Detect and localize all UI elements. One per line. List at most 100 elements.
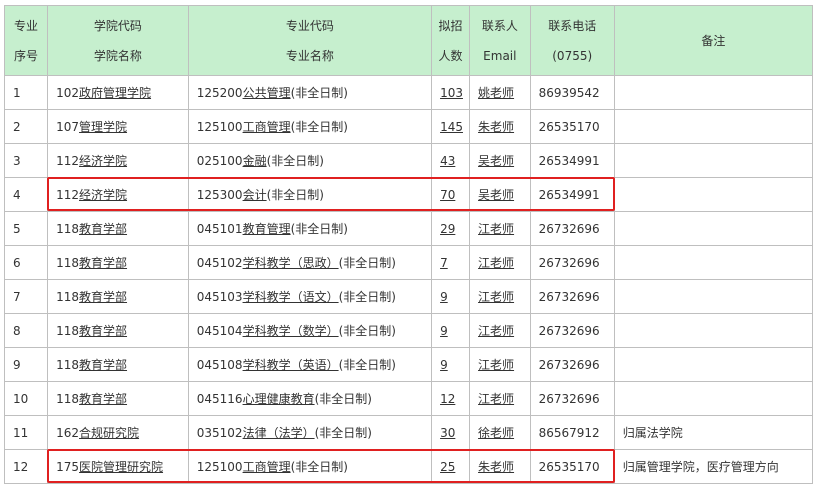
major-name-link[interactable]: 心理健康教育 [243, 392, 315, 406]
major-name-link[interactable]: 学科教学（思政） [243, 256, 339, 270]
contact-email-link[interactable]: 姚老师 [478, 86, 514, 100]
cell-seq: 7 [3, 279, 49, 314]
cell-phone: 26732696 [529, 313, 615, 348]
cell-college: 118教育学部 [47, 313, 189, 348]
cell-note: 归属法学院 [613, 415, 814, 450]
quota-link[interactable]: 29 [440, 222, 455, 236]
cell-major: 125100工商管理(非全日制) [187, 449, 433, 484]
contact-email-link[interactable]: 江老师 [478, 222, 514, 236]
table-header: 专业 序号 学院代码 学院名称 专业代码 专业名称 拟招 人数 联系人 Email 联系电… [3, 5, 814, 76]
cell-phone: 26732696 [529, 211, 615, 246]
college-code: 102 [56, 86, 80, 100]
cell-note [613, 75, 814, 110]
college-name-link[interactable]: 医院管理研究院 [79, 460, 163, 474]
college-code: 118 [56, 392, 80, 406]
cell-phone: 26732696 [529, 279, 615, 314]
major-name-link[interactable]: 公共管理 [243, 86, 291, 100]
major-name-link[interactable]: 工商管理 [243, 460, 291, 474]
quota-link[interactable]: 145 [440, 120, 463, 134]
college-name-link[interactable]: 合规研究院 [79, 426, 139, 440]
contact-email-link[interactable]: 朱老师 [478, 460, 514, 474]
header-contact: 联系人 Email [469, 5, 531, 76]
major-name-link[interactable]: 教育管理 [243, 222, 291, 236]
cell-note [613, 381, 814, 416]
quota-link[interactable]: 9 [440, 324, 448, 338]
cell-major: 125300会计(非全日制) [187, 177, 433, 212]
cell-quota: 103 [431, 75, 471, 110]
cell-college: 162合规研究院 [47, 415, 189, 450]
cell-contact: 吴老师 [469, 143, 531, 178]
college-name-link[interactable]: 教育学部 [79, 324, 127, 338]
cell-college: 102政府管理学院 [47, 75, 189, 110]
cell-quota: 7 [431, 245, 471, 280]
major-name-link[interactable]: 金融 [243, 154, 267, 168]
header-major: 专业代码 专业名称 [187, 5, 433, 76]
quota-link[interactable]: 43 [440, 154, 455, 168]
table-row: 10 118教育学部 045116心理健康教育(非全日制) 12 江老师 26732696 [3, 381, 814, 416]
college-name-link[interactable]: 经济学院 [79, 154, 127, 168]
college-name-link[interactable]: 政府管理学院 [79, 86, 151, 100]
college-name-link[interactable]: 教育学部 [79, 290, 127, 304]
major-name-link[interactable]: 学科教学（数学） [243, 324, 339, 338]
contact-email-link[interactable]: 江老师 [478, 392, 514, 406]
cell-seq: 5 [3, 211, 49, 246]
quota-link[interactable]: 9 [440, 358, 448, 372]
major-type: (非全日制) [290, 222, 348, 236]
major-code: 125300 [196, 188, 243, 202]
major-name-link[interactable]: 学科教学（语文） [243, 290, 339, 304]
college-code: 118 [56, 324, 80, 338]
cell-contact: 江老师 [469, 211, 531, 246]
major-name-link[interactable]: 工商管理 [243, 120, 291, 134]
cell-contact: 江老师 [469, 347, 531, 382]
major-code: 125100 [196, 120, 243, 134]
contact-email-link[interactable]: 吴老师 [478, 154, 514, 168]
college-code: 107 [56, 120, 80, 134]
cell-phone: 26535170 [529, 449, 615, 484]
college-name-link[interactable]: 经济学院 [79, 188, 127, 202]
quota-link[interactable]: 7 [440, 256, 448, 270]
cell-note [613, 313, 814, 348]
cell-seq: 9 [3, 347, 49, 382]
major-name-link[interactable]: 学科教学（英语） [243, 358, 339, 372]
cell-seq: 12 [3, 449, 49, 484]
cell-seq: 6 [3, 245, 49, 280]
table-row: 4 112经济学院 125300会计(非全日制) 70 吴老师 26534991 [3, 177, 814, 212]
cell-phone: 26732696 [529, 347, 615, 382]
cell-contact: 江老师 [469, 381, 531, 416]
quota-link[interactable]: 9 [440, 290, 448, 304]
contact-email-link[interactable]: 江老师 [478, 290, 514, 304]
college-name-link[interactable]: 管理学院 [79, 120, 127, 134]
major-code: 045103 [196, 290, 243, 304]
major-code: 035102 [196, 426, 243, 440]
cell-major: 045102学科教学（思政）(非全日制) [187, 245, 433, 280]
major-code: 125100 [196, 460, 243, 474]
contact-email-link[interactable]: 朱老师 [478, 120, 514, 134]
quota-link[interactable]: 103 [440, 86, 463, 100]
major-name-link[interactable]: 法律（法学） [243, 426, 315, 440]
header-quota: 拟招 人数 [431, 5, 471, 76]
college-name-link[interactable]: 教育学部 [79, 392, 127, 406]
cell-phone: 26535170 [529, 109, 615, 144]
quota-link[interactable]: 30 [440, 426, 455, 440]
cell-contact: 朱老师 [469, 449, 531, 484]
major-type: (非全日制) [290, 460, 348, 474]
college-code: 118 [56, 358, 80, 372]
major-name-link[interactable]: 会计 [243, 188, 267, 202]
college-name-link[interactable]: 教育学部 [79, 358, 127, 372]
quota-link[interactable]: 25 [440, 460, 455, 474]
contact-email-link[interactable]: 江老师 [478, 358, 514, 372]
contact-email-link[interactable]: 吴老师 [478, 188, 514, 202]
cell-phone: 86567912 [529, 415, 615, 450]
quota-link[interactable]: 12 [440, 392, 455, 406]
contact-email-link[interactable]: 徐老师 [478, 426, 514, 440]
contact-email-link[interactable]: 江老师 [478, 324, 514, 338]
college-name-link[interactable]: 教育学部 [79, 222, 127, 236]
contact-email-link[interactable]: 江老师 [478, 256, 514, 270]
cell-major: 045101教育管理(非全日制) [187, 211, 433, 246]
college-code: 112 [56, 188, 80, 202]
college-name-link[interactable]: 教育学部 [79, 256, 127, 270]
cell-note [613, 211, 814, 246]
cell-seq: 1 [3, 75, 49, 110]
cell-phone: 26732696 [529, 245, 615, 280]
quota-link[interactable]: 70 [440, 188, 455, 202]
